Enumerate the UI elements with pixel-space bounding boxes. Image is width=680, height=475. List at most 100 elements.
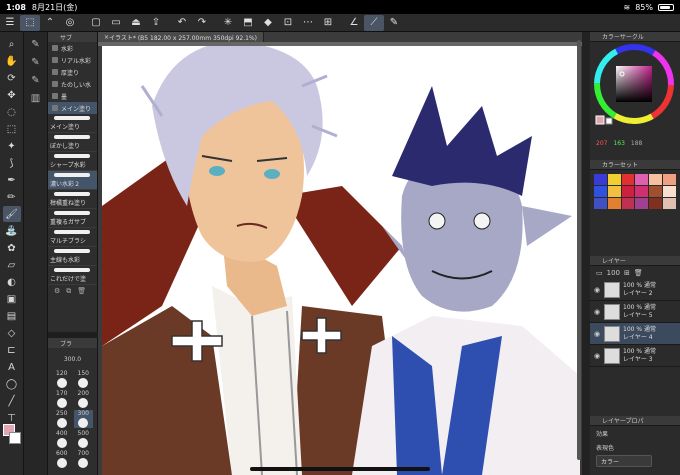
menu-icon[interactable]: ☰ bbox=[0, 15, 20, 31]
brush-size-preset[interactable]: 170 bbox=[52, 390, 72, 408]
color-swatch[interactable] bbox=[621, 174, 635, 185]
brush-item[interactable]: 濃い水彩２ bbox=[48, 171, 97, 190]
duplicate-icon[interactable]: ⧉ bbox=[66, 287, 71, 296]
fill-icon[interactable]: ▣ bbox=[3, 291, 21, 307]
brush-size-value[interactable]: 300.0 bbox=[52, 350, 93, 368]
new-layer-icon[interactable]: ⊞ bbox=[624, 269, 630, 277]
move-icon[interactable]: ✥ bbox=[3, 87, 21, 103]
subtool-ink-icon[interactable]: ✎ bbox=[27, 72, 45, 88]
brush-item[interactable]: これだけで塗 bbox=[48, 266, 97, 285]
chevron-icon[interactable]: ⌃ bbox=[40, 15, 60, 31]
brush-group-item[interactable]: 墨 bbox=[48, 90, 97, 102]
layer-row[interactable]: ◉ 100 % 通常 レイヤー 2 bbox=[590, 279, 680, 301]
brush-size-preset[interactable]: 200 bbox=[74, 390, 94, 408]
figure-icon[interactable]: ◇ bbox=[3, 325, 21, 341]
select-tool-icon[interactable]: ⬚ bbox=[20, 14, 40, 31]
eye-icon[interactable]: ◉ bbox=[594, 330, 601, 338]
settings-icon[interactable]: ⚙ bbox=[54, 287, 60, 295]
brush-size-preset[interactable]: 700 bbox=[74, 450, 94, 468]
color-wheel[interactable] bbox=[594, 44, 674, 130]
brush-item[interactable]: ぼかし塗り bbox=[48, 133, 97, 152]
color-swatch[interactable] bbox=[607, 186, 621, 197]
brush-size-preset[interactable]: 250 bbox=[52, 410, 72, 428]
brush-item[interactable]: 主線も水彩 bbox=[48, 247, 97, 266]
brush-size-preset[interactable]: 150 bbox=[74, 370, 94, 388]
text-icon[interactable]: A bbox=[3, 359, 21, 375]
pencil-icon[interactable]: ✏ bbox=[3, 189, 21, 205]
brush-item[interactable]: 重複るガサブ bbox=[48, 209, 97, 228]
color-swatch[interactable] bbox=[649, 198, 663, 209]
brush-size-preset[interactable]: 300 bbox=[73, 410, 93, 428]
open-file-icon[interactable]: ▭ bbox=[106, 15, 126, 31]
line-icon[interactable]: ╱ bbox=[3, 393, 21, 409]
color-swatch[interactable] bbox=[649, 174, 663, 185]
subtool-watercolor-icon[interactable]: ✎ bbox=[27, 36, 45, 52]
brush-group-item[interactable]: 厚塗り bbox=[48, 66, 97, 78]
delete-layer-icon[interactable]: 🗑 bbox=[634, 269, 643, 277]
subtool-layer-icon[interactable]: ▥ bbox=[27, 90, 45, 106]
canvas-scrollbar[interactable] bbox=[577, 40, 581, 460]
eye-icon[interactable]: ◉ bbox=[594, 352, 601, 360]
eyedropper-icon[interactable]: ⟆ bbox=[3, 155, 21, 171]
lasso-icon[interactable]: ◌ bbox=[3, 104, 21, 120]
transform-icon[interactable]: ⬒ bbox=[238, 15, 258, 31]
pen-mode-icon[interactable]: ✎ bbox=[384, 15, 404, 31]
color-swatch[interactable] bbox=[607, 198, 621, 209]
color-swatch[interactable] bbox=[621, 198, 635, 209]
balloon-icon[interactable]: ◯ bbox=[3, 376, 21, 392]
brush-item[interactable]: 柑橘重ね塗り bbox=[48, 190, 97, 209]
clear-icon[interactable]: ✳ bbox=[218, 15, 238, 31]
snap-icon[interactable]: ⋯ bbox=[298, 15, 318, 31]
wand-icon[interactable]: ✦ bbox=[3, 138, 21, 154]
layer-row[interactable]: ◉ 100 % 通常 レイヤー 5 bbox=[590, 301, 680, 323]
brush-item[interactable]: メイン塗り bbox=[48, 114, 97, 133]
airbrush-icon[interactable]: ⛲ bbox=[3, 223, 21, 239]
gift-icon[interactable]: ◎ bbox=[60, 15, 80, 31]
color-swatch[interactable] bbox=[607, 174, 621, 185]
magnifier-icon[interactable]: ⌕ bbox=[3, 36, 21, 52]
frame-icon[interactable]: ⊏ bbox=[3, 342, 21, 358]
rotate-icon[interactable]: ⟳ bbox=[3, 70, 21, 86]
blend-select[interactable]: カラー bbox=[596, 455, 652, 467]
brush-size-preset[interactable]: 400 bbox=[52, 430, 72, 448]
eye-icon[interactable]: ◉ bbox=[594, 286, 601, 294]
subtool-oil-icon[interactable]: ✎ bbox=[27, 54, 45, 70]
gradient-icon[interactable]: ▤ bbox=[3, 308, 21, 324]
redo-icon[interactable]: ↷ bbox=[192, 15, 212, 31]
color-swatch[interactable] bbox=[663, 198, 676, 209]
angle-icon[interactable]: ∠ bbox=[344, 15, 364, 31]
brush-item[interactable]: マルチブラシ bbox=[48, 228, 97, 247]
color-swatch[interactable] bbox=[663, 186, 676, 197]
undo-icon[interactable]: ↶ bbox=[172, 15, 192, 31]
color-swatch[interactable] bbox=[663, 174, 676, 185]
brush-group-item[interactable]: たのしい水 bbox=[48, 78, 97, 90]
color-chips[interactable] bbox=[3, 424, 21, 448]
active-group[interactable]: メイン塗り bbox=[48, 102, 97, 114]
brush-size-preset[interactable]: 600 bbox=[52, 450, 72, 468]
decoration-icon[interactable]: ✿ bbox=[3, 240, 21, 256]
trash-icon[interactable]: 🗑 bbox=[77, 287, 86, 295]
color-swatch[interactable] bbox=[649, 186, 663, 197]
color-swatch[interactable] bbox=[635, 198, 649, 209]
pen-icon[interactable]: ✒ bbox=[3, 172, 21, 188]
eraser-icon[interactable]: ▱ bbox=[3, 257, 21, 273]
color-swatch[interactable] bbox=[635, 174, 649, 185]
brush-icon[interactable]: 🖌 bbox=[2, 206, 21, 222]
document-tab[interactable]: × イラスト* (B5 182.00 x 257.00mm 350dpi 92.… bbox=[98, 32, 264, 42]
selection-icon[interactable]: ⬚ bbox=[3, 121, 21, 137]
brush-size-preset[interactable]: 120 bbox=[52, 370, 72, 388]
color-swatch[interactable] bbox=[594, 198, 607, 209]
new-file-icon[interactable]: ▢ bbox=[86, 15, 106, 31]
brush-group-item[interactable]: リアル水彩 bbox=[48, 54, 97, 66]
layer-row[interactable]: ◉ 100 % 通常 レイヤー 3 bbox=[590, 345, 680, 367]
brush-mode-icon[interactable]: ⟋ bbox=[364, 14, 384, 31]
fill-icon[interactable]: ◆ bbox=[258, 15, 278, 31]
export-icon[interactable]: ⇪ bbox=[146, 15, 166, 31]
save-icon[interactable]: ⏏ bbox=[126, 15, 146, 31]
hand-icon[interactable]: ✋ bbox=[3, 53, 21, 69]
color-swatch[interactable] bbox=[635, 186, 649, 197]
background-color[interactable] bbox=[9, 432, 21, 444]
color-swatch[interactable] bbox=[594, 174, 607, 185]
layer-mode-icon[interactable]: ▭ bbox=[596, 269, 603, 277]
color-swatch[interactable] bbox=[594, 186, 607, 197]
